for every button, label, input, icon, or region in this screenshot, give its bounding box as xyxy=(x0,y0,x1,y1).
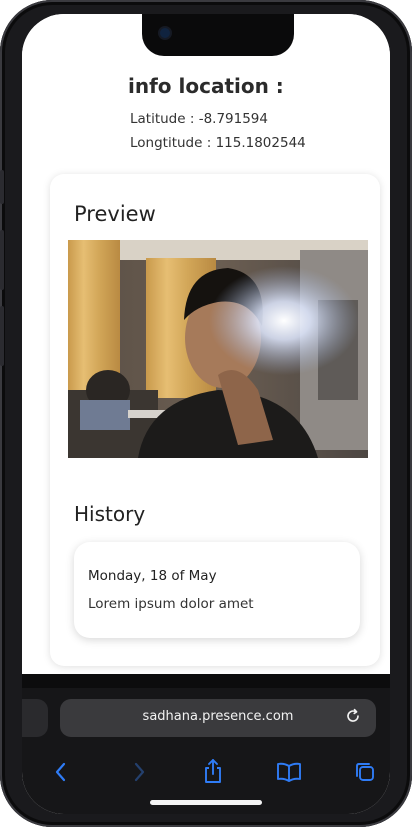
volume-down-button xyxy=(0,306,4,366)
phone-mockup: info location : Latitude : -8.791594 Lon… xyxy=(0,0,412,827)
browser-top-strip xyxy=(22,674,390,688)
history-item-description: Lorem ipsum dolor amet xyxy=(88,596,254,612)
phone-screen: info location : Latitude : -8.791594 Lon… xyxy=(22,14,390,814)
share-icon[interactable] xyxy=(203,758,223,788)
browser-toolbar: sadhana.presence.com xyxy=(22,674,390,814)
reload-icon[interactable] xyxy=(344,707,362,729)
preview-title: Preview xyxy=(74,202,156,226)
history-item-date: Monday, 18 of May xyxy=(88,568,217,584)
url-text: sadhana.presence.com xyxy=(142,709,294,724)
camera-photo-illustration xyxy=(68,240,368,458)
back-icon[interactable] xyxy=(52,761,70,787)
volume-up-button xyxy=(0,230,4,290)
preview-card: Preview History Monday, 18 of May Lorem … xyxy=(50,174,380,666)
side-button xyxy=(0,170,4,204)
history-item[interactable]: Monday, 18 of May Lorem ipsum dolor amet xyxy=(74,542,360,638)
front-camera-icon xyxy=(160,28,170,38)
previous-tab-pill[interactable] xyxy=(22,699,48,737)
web-page: info location : Latitude : -8.791594 Lon… xyxy=(22,14,390,674)
history-title: History xyxy=(74,502,146,526)
forward-icon[interactable] xyxy=(130,761,148,787)
notch xyxy=(142,14,294,56)
latitude-text: Latitude : -8.791594 xyxy=(130,111,268,127)
info-location-title: info location : xyxy=(128,74,284,98)
camera-preview-image xyxy=(68,240,368,458)
address-bar[interactable]: sadhana.presence.com xyxy=(60,699,376,737)
home-indicator[interactable] xyxy=(150,800,262,805)
bookmarks-icon[interactable] xyxy=(276,762,302,786)
phone-frame: info location : Latitude : -8.791594 Lon… xyxy=(0,0,412,827)
tabs-icon[interactable] xyxy=(354,761,376,787)
longitude-text: Longtitude : 115.1802544 xyxy=(130,135,306,151)
